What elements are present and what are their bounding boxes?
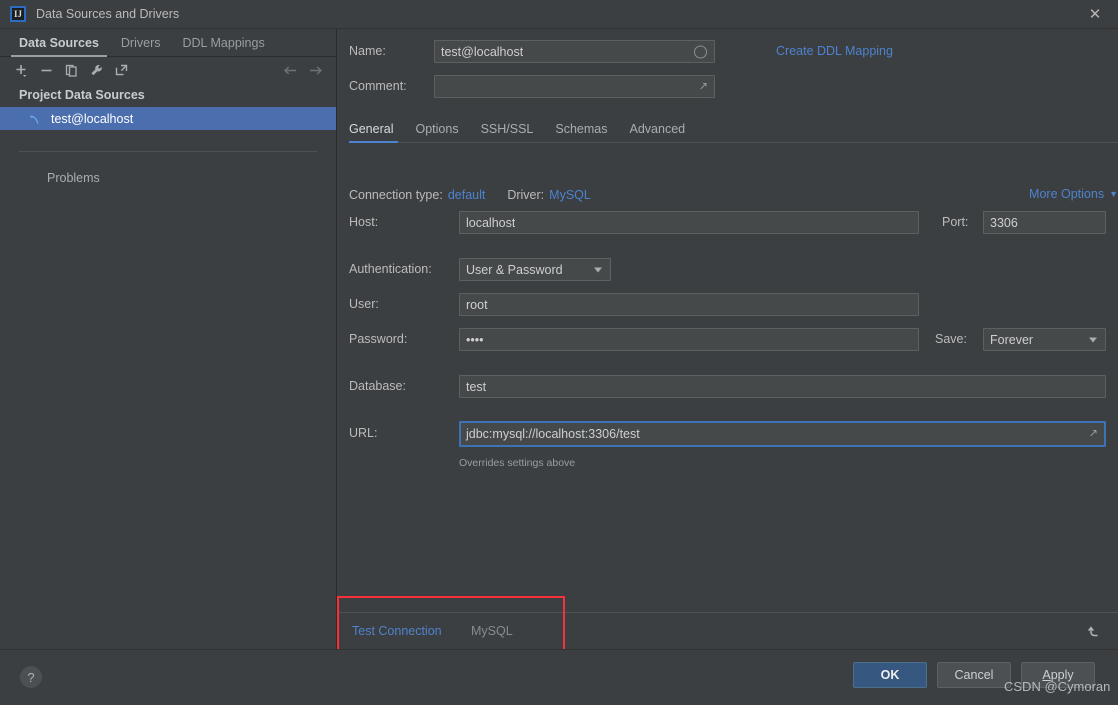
name-row: Name: test@localhost Create DDL Mapping [349,40,1109,63]
tab-schemas[interactable]: Schemas [544,122,618,142]
circle-icon [694,45,707,58]
save-select[interactable]: Forever [983,328,1106,351]
comment-label: Comment: [349,79,407,93]
url-input-prefix: jdbc:mysql://localhost:3306/ [466,427,620,441]
data-sources-toolbar [0,57,336,84]
tab-general[interactable]: General [349,122,404,143]
connection-type-label: Connection type: [349,188,443,202]
problems-label: Problems [47,171,100,185]
minus-icon[interactable] [35,60,57,82]
tab-options[interactable]: Options [404,122,469,142]
authentication-label: Authentication: [349,262,432,276]
watermark-text: CSDN @Cymoran [1004,679,1111,694]
name-input-value: test@localhost [441,44,524,59]
connection-type-value-link[interactable]: default [448,188,486,202]
name-label: Name: [349,44,386,58]
test-connection-strip: Test Connection MySQL [337,612,1118,649]
test-connection-link[interactable]: Test Connection [352,624,442,638]
chevron-down-icon [594,267,602,272]
arrow-left-icon[interactable] [279,60,301,82]
driver-value-link[interactable]: MySQL [549,188,591,202]
wrench-icon[interactable] [85,60,107,82]
arrow-right-icon[interactable] [304,60,326,82]
chevron-down-icon: ▼ [1109,189,1118,199]
authentication-select[interactable]: User & Password [459,258,611,281]
comment-input[interactable]: ↗ [434,75,715,98]
host-row: Host: localhost Port: 3306 [349,211,1118,234]
external-link-icon[interactable] [110,60,132,82]
password-row: Password: •••• Save: Forever [349,328,1118,351]
cancel-button[interactable]: Cancel [937,662,1011,688]
port-input[interactable]: 3306 [983,211,1106,234]
data-source-item-test-localhost[interactable]: test@localhost [0,107,336,130]
database-label: Database: [349,379,406,393]
tab-advanced[interactable]: Advanced [619,122,697,142]
data-source-item-label: test@localhost [51,111,134,126]
dialog-button-bar: ? OK Cancel Apply [0,649,1118,705]
reset-icon[interactable] [1084,621,1104,641]
save-label: Save: [935,332,967,346]
database-input[interactable]: test [459,375,1106,398]
ok-button[interactable]: OK [853,662,927,688]
expand-icon[interactable]: ↗ [699,81,708,92]
close-icon[interactable]: ✕ [1072,0,1118,28]
more-options-button[interactable]: More Options ▼ [1029,187,1118,201]
save-select-value: Forever [990,332,1034,347]
left-panel: Data Sources Drivers DDL Mappings Projec… [0,29,337,649]
user-label: User: [349,297,379,311]
tab-drivers[interactable]: Drivers [110,36,172,56]
expand-icon[interactable]: ↗ [1089,428,1098,440]
authentication-select-value: User & Password [466,262,563,277]
password-input[interactable]: •••• [459,328,919,351]
mysql-dolphin-icon [28,112,42,126]
name-input[interactable]: test@localhost [434,40,715,63]
comment-row: Comment: ↗ [349,75,1109,98]
create-ddl-mapping-link[interactable]: Create DDL Mapping [776,44,893,58]
port-input-value: 3306 [990,215,1018,230]
url-input[interactable]: jdbc:mysql://localhost:3306/test ↗ [459,421,1106,447]
user-input-value: root [466,297,488,312]
database-input-value: test [466,379,487,394]
url-input-suffix: test [619,427,640,441]
password-input-value: •••• [466,332,484,347]
help-icon[interactable]: ? [20,666,42,688]
chevron-down-icon [1089,337,1097,342]
test-connection-driver-name: MySQL [471,624,513,638]
user-row: User: root [349,293,1118,316]
user-input[interactable]: root [459,293,919,316]
more-options-label: More Options [1029,187,1105,201]
connection-settings-panel: Name: test@localhost Create DDL Mapping … [337,29,1118,649]
project-data-sources-group-title: Project Data Sources [19,88,145,102]
left-tab-strip: Data Sources Drivers DDL Mappings [0,29,336,57]
password-label: Password: [349,332,408,346]
host-label: Host: [349,215,379,229]
url-hint-text: Overrides settings above [459,457,576,469]
intellij-logo-icon: IJ [10,6,26,22]
url-row: URL: jdbc:mysql://localhost:3306/test ↗ [349,421,1118,447]
copy-icon[interactable] [60,60,82,82]
host-input-value: localhost [466,215,516,230]
tab-ssh-ssl[interactable]: SSH/SSL [470,122,545,142]
plus-icon[interactable] [10,60,32,82]
tab-data-sources[interactable]: Data Sources [8,36,110,57]
host-input[interactable]: localhost [459,211,919,234]
data-sources-and-drivers-dialog: IJ Data Sources and Drivers ✕ Data Sourc… [0,0,1118,705]
url-label: URL: [349,426,378,440]
tab-ddl-mappings[interactable]: DDL Mappings [172,36,276,56]
settings-tab-strip: General Options SSH/SSL Schemas Advanced [349,115,1118,143]
database-row: Database: test [349,375,1118,398]
authentication-row: Authentication: User & Password [349,258,1118,281]
port-label: Port: [942,215,969,229]
driver-label: Driver: [507,188,545,202]
title-bar: IJ Data Sources and Drivers ✕ [0,0,1118,29]
connection-type-row: Connection type: default Driver: MySQL M… [349,187,1118,203]
window-title: Data Sources and Drivers [36,7,180,21]
